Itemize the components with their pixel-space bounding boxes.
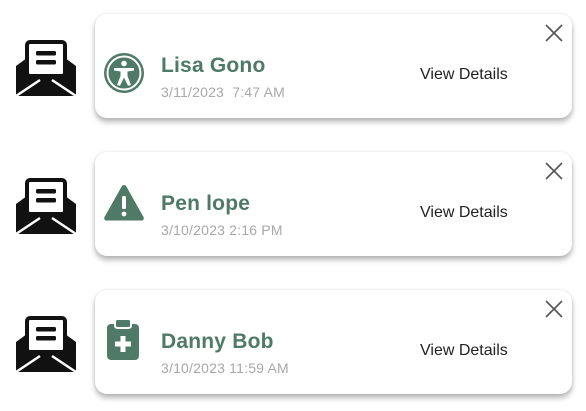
notification-name: Danny Bob [161, 330, 274, 353]
view-details-link[interactable]: View Details [420, 66, 508, 84]
close-icon[interactable] [544, 161, 564, 181]
notification-name: Lisa Gono [161, 54, 266, 77]
notification-card[interactable]: Danny Bob 3/10/2023 11:59 AM View Detail… [95, 290, 572, 394]
notification-timestamp: 3/11/2023 7:47 AM [161, 84, 285, 100]
notification-card[interactable]: Lisa Gono 3/11/2023 7:47 AM View Details [95, 14, 572, 118]
notification-item: Danny Bob 3/10/2023 11:59 AM View Detail… [0, 276, 586, 396]
notification-timestamp: 3/10/2023 2:16 PM [161, 222, 283, 238]
notification-item: Lisa Gono 3/11/2023 7:47 AM View Details [0, 0, 586, 120]
notification-card[interactable]: Pen lope 3/10/2023 2:16 PM View Details [95, 152, 572, 256]
open-envelope-icon [14, 174, 78, 236]
close-icon[interactable] [544, 23, 564, 43]
medical-clipboard-icon [105, 318, 141, 362]
notification-list: Lisa Gono 3/11/2023 7:47 AM View Details [0, 0, 586, 411]
view-details-link[interactable]: View Details [420, 342, 508, 360]
notification-timestamp: 3/10/2023 11:59 AM [161, 360, 289, 376]
warning-icon [103, 182, 145, 224]
open-envelope-icon [14, 312, 78, 374]
accessibility-icon [103, 52, 145, 94]
close-icon[interactable] [544, 299, 564, 319]
open-envelope-icon [14, 36, 78, 98]
notification-name: Pen lope [161, 192, 251, 215]
notification-item: Pen lope 3/10/2023 2:16 PM View Details [0, 138, 586, 258]
view-details-link[interactable]: View Details [420, 204, 508, 222]
